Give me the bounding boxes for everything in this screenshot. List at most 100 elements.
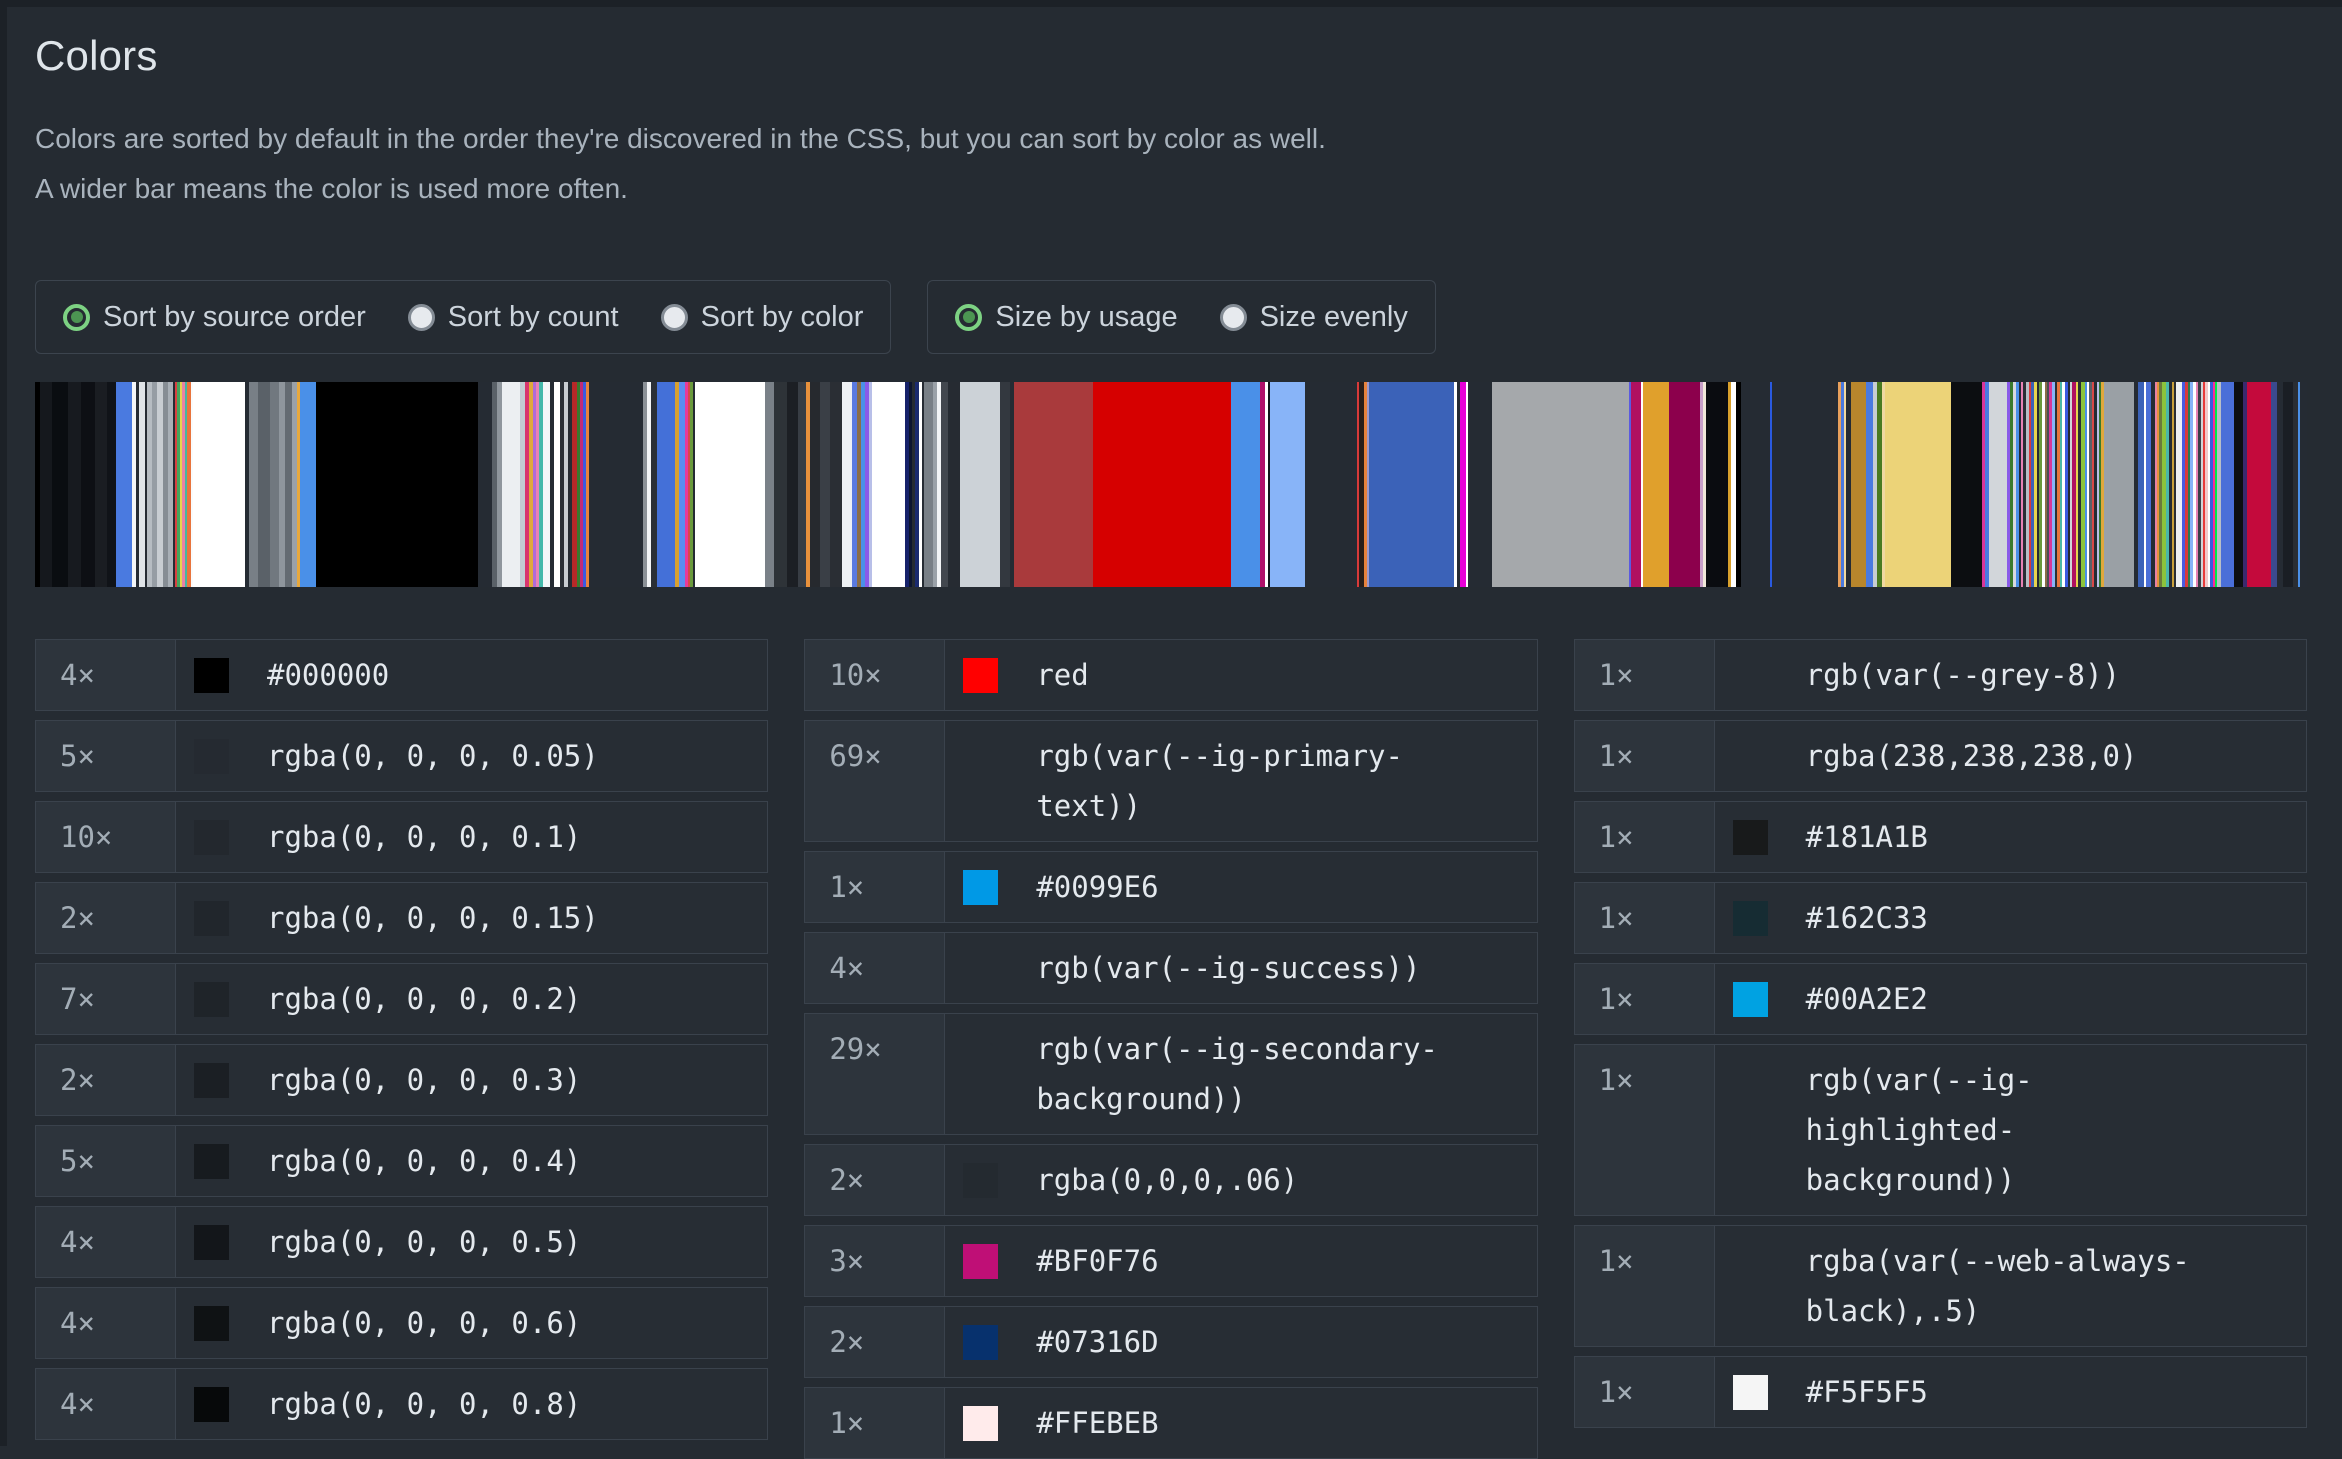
color-swatch xyxy=(194,1063,229,1098)
usage-count: 1× xyxy=(1575,1226,1715,1346)
bar-segment xyxy=(2247,382,2271,587)
bar-segment xyxy=(1851,382,1867,587)
bar-segment xyxy=(193,382,245,587)
color-row: 4×#000000 xyxy=(35,639,768,711)
color-value-cell: #000000 xyxy=(176,640,767,710)
color-row: 2×#07316D xyxy=(804,1306,1537,1378)
color-row: 4× rgba(0, 0, 0, 0.5) xyxy=(35,1206,768,1278)
color-row: 4×rgb(var(--ig-success)) xyxy=(804,932,1537,1004)
usage-count: 4× xyxy=(36,1207,176,1277)
usage-count: 2× xyxy=(36,883,176,953)
usage-count: 10× xyxy=(36,802,176,872)
radio-option-size-by-usage[interactable]: Size by usage xyxy=(955,301,1177,334)
radio-option-label: Size by usage xyxy=(995,301,1177,334)
color-value: #FFEBEB xyxy=(1036,1398,1448,1448)
color-value: rgba(0, 0, 0, 0.05) xyxy=(267,731,679,781)
color-value-cell: rgba(0, 0, 0, 0.2) xyxy=(176,964,767,1034)
color-value: rgba(0, 0, 0, 0.15) xyxy=(267,893,679,943)
color-row: 7×rgba(0, 0, 0, 0.2) xyxy=(35,963,768,1035)
radio-option-label: Sort by source order xyxy=(103,301,366,334)
color-value: rgba(0, 0, 0, 0.1) xyxy=(267,812,679,862)
color-value-cell: rgba(0, 0, 0, 0.3) xyxy=(176,1045,767,1115)
radio-option-size-evenly[interactable]: Size evenly xyxy=(1220,301,1408,334)
color-row: 1×#00A2E2 xyxy=(1574,963,2307,1035)
colors-section: Colors Colors are sorted by default in t… xyxy=(0,0,2342,1459)
color-value: rgba(0, 0, 0, 0.3) xyxy=(267,1055,679,1105)
color-value: rgba(0, 0, 0, 0.5) xyxy=(267,1217,679,1267)
color-swatch xyxy=(1733,1375,1768,1410)
radio-option-label: Sort by count xyxy=(448,301,619,334)
color-row: 3×#BF0F76 xyxy=(804,1225,1537,1297)
bar-segment xyxy=(1741,382,1770,587)
usage-count: 1× xyxy=(1575,721,1715,791)
color-swatch xyxy=(194,820,229,855)
color-row: 1×#FFEBEB xyxy=(804,1387,1537,1459)
color-swatch xyxy=(1733,1269,1768,1304)
bar-segment xyxy=(941,382,948,587)
color-value: rgba(238,238,238,0) xyxy=(1806,731,2218,781)
bar-segment xyxy=(589,382,643,587)
bar-segment xyxy=(258,382,270,587)
bar-segment xyxy=(2110,382,2134,587)
radio-selected-icon[interactable] xyxy=(63,304,90,331)
bar-segment xyxy=(798,382,806,587)
bar-segment xyxy=(872,382,905,587)
color-swatch xyxy=(963,1244,998,1279)
bar-segment xyxy=(1492,382,1628,587)
description-line-2: A wider bar means the color is used more… xyxy=(35,164,2307,214)
color-row: 5×rgba(0, 0, 0, 0.4) xyxy=(35,1125,768,1197)
bar-segment xyxy=(1231,382,1260,587)
color-value: #181A1B xyxy=(1806,812,2218,862)
color-swatch xyxy=(1733,982,1768,1017)
bar-segment xyxy=(657,382,675,587)
color-swatch xyxy=(194,1306,229,1341)
color-value-cell: rgb(var(--grey-8)) xyxy=(1715,640,2306,710)
radio-unselected-icon[interactable] xyxy=(661,304,688,331)
color-row: 69×rgb(var(--ig-primary-text)) xyxy=(804,720,1537,842)
color-value-cell: rgba(0, 0, 0, 0.1) xyxy=(176,802,767,872)
color-row: 29×rgb(var(--ig-secondary-background)) xyxy=(804,1013,1537,1135)
usage-count: 69× xyxy=(805,721,945,841)
bar-segment xyxy=(1951,382,1982,587)
usage-count: 1× xyxy=(1575,802,1715,872)
color-value-cell: rgba(0,0,0,.06) xyxy=(945,1145,1536,1215)
radio-option-sort-by-source-order[interactable]: Sort by source order xyxy=(63,301,366,334)
bar-segment xyxy=(300,382,316,587)
bar-segment xyxy=(107,382,115,587)
color-value-cell: rgba(0, 0, 0, 0.5) xyxy=(176,1207,767,1277)
color-row: 1×rgb(var(--grey-8)) xyxy=(1574,639,2307,711)
color-value-cell: rgba(0, 0, 0, 0.8) xyxy=(176,1369,767,1439)
bar-segment xyxy=(820,382,830,587)
color-value-cell: rgb(var(--ig-secondary-background)) xyxy=(945,1014,1536,1134)
color-swatch xyxy=(194,1144,229,1179)
color-swatch xyxy=(1733,739,1768,774)
color-row: 10× rgba(0, 0, 0, 0.1) xyxy=(35,801,768,873)
color-value-cell: rgba(238,238,238,0) xyxy=(1715,721,2306,791)
color-value-cell: #181A1B xyxy=(1715,802,2306,872)
color-value: #BF0F76 xyxy=(1036,1236,1448,1286)
usage-count: 4× xyxy=(36,640,176,710)
radio-unselected-icon[interactable] xyxy=(1220,304,1247,331)
color-value-cell: rgba(0, 0, 0, 0.6) xyxy=(176,1288,767,1358)
radio-selected-icon[interactable] xyxy=(955,304,982,331)
bar-segment xyxy=(40,382,52,587)
description-line-1: Colors are sorted by default in the orde… xyxy=(35,114,2307,164)
radio-unselected-icon[interactable] xyxy=(408,304,435,331)
usage-count: 2× xyxy=(36,1045,176,1115)
bar-segment xyxy=(249,382,259,587)
color-value: rgba(0, 0, 0, 0.6) xyxy=(267,1298,679,1348)
usage-count: 5× xyxy=(36,721,176,791)
usage-count: 1× xyxy=(1575,640,1715,710)
bar-segment xyxy=(695,382,765,587)
color-swatch xyxy=(963,951,998,986)
radio-option-sort-by-color[interactable]: Sort by color xyxy=(661,301,864,334)
bar-segment xyxy=(1885,382,1951,587)
bar-segment xyxy=(1014,382,1094,587)
color-value-cell: #FFEBEB xyxy=(945,1388,1536,1458)
bar-segment xyxy=(68,382,81,587)
color-swatch xyxy=(1733,1113,1768,1148)
radio-option-sort-by-count[interactable]: Sort by count xyxy=(408,301,619,334)
color-value: #00A2E2 xyxy=(1806,974,2218,1024)
page-title: Colors xyxy=(35,0,2307,82)
color-value: #162C33 xyxy=(1806,893,2218,943)
